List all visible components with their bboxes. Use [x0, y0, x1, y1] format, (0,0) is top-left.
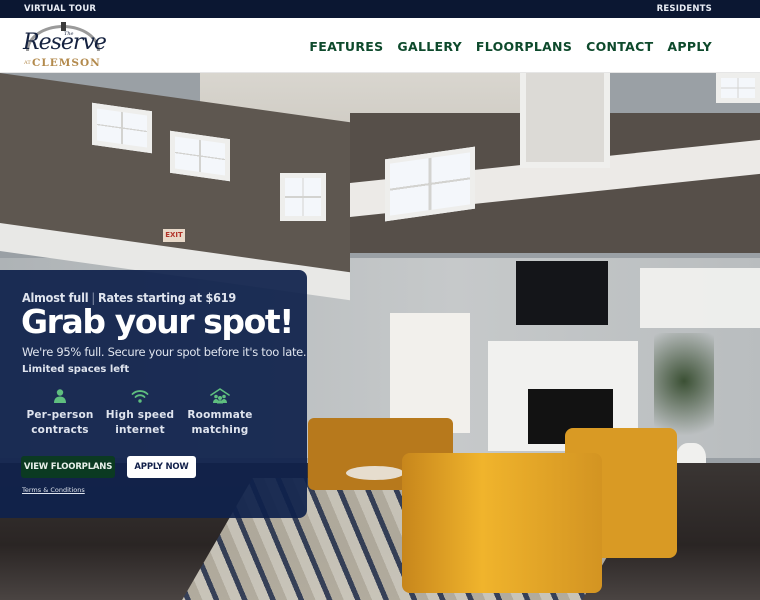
terms-conditions-link[interactable]: Terms & Conditions	[22, 486, 85, 494]
hero-french-doors	[390, 313, 470, 433]
logo-place: CLEMSON	[32, 57, 101, 69]
promo-subtext: We're 95% full. Secure your spot before …	[22, 345, 307, 359]
view-floorplans-button[interactable]: VIEW FLOORPLANS	[21, 456, 115, 478]
hero-tv	[516, 261, 608, 325]
exit-sign: EXIT	[163, 229, 185, 242]
hero-sofa	[402, 453, 602, 593]
feature-internet: High speed internet	[100, 388, 180, 438]
feature-per-person: Per-person contracts	[20, 388, 100, 438]
main-nav: FEATURES GALLERY FLOORPLANS CONTACT APPL…	[309, 39, 712, 54]
nav-apply[interactable]: APPLY	[667, 39, 712, 54]
apply-now-button[interactable]: APPLY NOW	[127, 456, 196, 478]
hero-coffee-table	[346, 466, 404, 480]
virtual-tour-link[interactable]: VIRTUAL TOUR	[24, 4, 96, 14]
feature-label: Per-person contracts	[26, 409, 94, 436]
residents-link[interactable]: RESIDENTS	[657, 4, 712, 14]
nav-contact[interactable]: CONTACT	[586, 39, 653, 54]
logo[interactable]: The Reserve AT CLEMSON	[22, 21, 107, 71]
hero-window	[385, 146, 475, 222]
person-icon	[54, 389, 66, 403]
limited-spaces-note: Limited spaces left	[22, 364, 130, 375]
logo-name: Reserve	[23, 30, 107, 55]
feature-roommate: Roommate matching	[180, 388, 260, 438]
hero-window	[170, 130, 230, 182]
logo-at: AT	[24, 60, 31, 66]
feature-label: Roommate matching	[187, 409, 253, 436]
hero-window	[280, 173, 326, 221]
hero-sunlit-window	[640, 268, 760, 328]
nav-floorplans[interactable]: FLOORPLANS	[476, 39, 572, 54]
feature-label: High speed internet	[105, 409, 175, 436]
nav-gallery[interactable]: GALLERY	[397, 39, 462, 54]
feature-list: Per-person contracts High speed internet	[20, 388, 260, 438]
hero-window	[716, 73, 760, 103]
promo-card: Almost full | Rates starting at $619 Grab …	[0, 270, 307, 518]
wifi-icon	[131, 390, 149, 403]
site-header: The Reserve AT CLEMSON FEATURES GALLERY …	[0, 18, 760, 73]
utility-bar: VIRTUAL TOUR RESIDENTS	[0, 0, 760, 18]
promo-headline: Grab your spot!	[21, 302, 294, 341]
hero-wall-niche	[520, 73, 610, 168]
roommates-house-icon	[210, 388, 230, 404]
hero-window	[92, 102, 152, 154]
nav-features[interactable]: FEATURES	[309, 39, 383, 54]
